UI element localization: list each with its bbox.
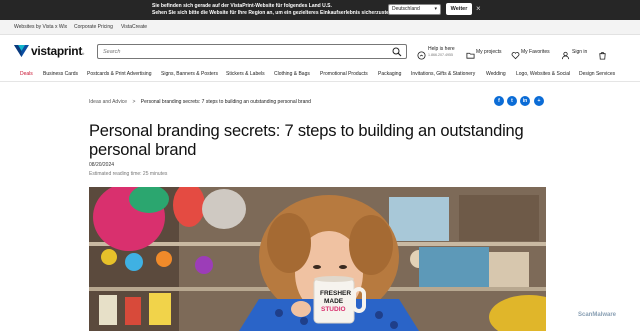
category-nav: Deals Business Cards Postcards & Print A… xyxy=(0,66,640,82)
country-select-value: Deutschland xyxy=(392,6,420,12)
page-title: Personal branding secrets: 7 steps to bu… xyxy=(89,122,524,159)
hero-photo-illustration: FRESHER MADE STUDIO xyxy=(89,187,546,331)
logo-text: vistaprint xyxy=(31,44,83,58)
mug-text-1: FRESHER xyxy=(320,290,351,297)
chevron-down-icon: ▾ xyxy=(434,6,437,12)
breadcrumb-parent[interactable]: Ideas and Advice xyxy=(89,99,127,105)
logo-mark-icon xyxy=(14,45,29,57)
weiter-button[interactable]: Weiter xyxy=(446,3,472,15)
article-date: 08/20/2024 xyxy=(89,162,115,168)
banner-message: Sie befinden sich gerade auf der VistaPr… xyxy=(152,3,399,16)
country-select[interactable]: Deutschland ▾ xyxy=(388,4,441,15)
twitter-share-icon[interactable]: t xyxy=(507,96,517,106)
logo-wordmark: vistaprint® xyxy=(31,44,84,58)
nav-promotional-products[interactable]: Promotional Products xyxy=(320,71,368,77)
facebook-share-icon[interactable]: f xyxy=(494,96,504,106)
search-icon[interactable] xyxy=(392,47,402,57)
linkedin-share-icon[interactable]: in xyxy=(520,96,530,106)
nav-packaging[interactable]: Packaging xyxy=(378,71,401,77)
chevron-right-icon: > xyxy=(132,99,136,105)
mug-text-3: STUDIO xyxy=(321,306,346,313)
breadcrumb-current: Personal branding secrets: 7 steps to bu… xyxy=(140,99,311,105)
nav-signs-banners[interactable]: Signs, Banners & Posters xyxy=(161,71,218,77)
nav-clothing-bags[interactable]: Clothing & Bags xyxy=(274,71,310,77)
my-favorites-link[interactable]: My Favorites xyxy=(521,49,550,55)
country-banner: Sie befinden sich gerade auf der VistaPr… xyxy=(0,0,640,20)
nav-logo-websites[interactable]: Logo, Websites & Social xyxy=(516,71,570,77)
nav-postcards[interactable]: Postcards & Print Advertising xyxy=(87,71,151,77)
my-projects-link[interactable]: My projects xyxy=(476,49,502,55)
folder-icon[interactable] xyxy=(466,47,475,65)
close-icon[interactable]: × xyxy=(476,4,481,14)
nav-wedding[interactable]: Wedding xyxy=(486,71,506,77)
reading-time: Estimated reading time: 25 minutes xyxy=(89,171,168,177)
help-label[interactable]: Help is here xyxy=(428,46,455,52)
utility-link-vistacreate[interactable]: VistaCreate xyxy=(121,24,147,30)
nav-invitations[interactable]: Invitations, Gifts & Stationery xyxy=(411,71,475,77)
more-share-icon[interactable]: + xyxy=(534,96,544,106)
help-phone[interactable]: 1.866.207.4955 xyxy=(428,53,453,57)
help-icon[interactable] xyxy=(417,47,426,65)
scanmalware-watermark: ScanMalware xyxy=(578,312,617,318)
nav-deals[interactable]: Deals xyxy=(20,71,33,77)
cart-icon[interactable] xyxy=(598,47,607,65)
search-box xyxy=(97,44,407,59)
vistaprint-logo[interactable]: vistaprint® xyxy=(14,44,84,58)
utility-link-corporate[interactable]: Corporate Pricing xyxy=(74,24,113,30)
trademark-symbol: ® xyxy=(82,52,84,56)
nav-business-cards[interactable]: Business Cards xyxy=(43,71,78,77)
banner-line-2: Sehen Sie sich bitte die Website für Ihr… xyxy=(152,9,399,16)
utility-bar: Websites by Vista x Wix Corporate Pricin… xyxy=(0,20,640,35)
breadcrumb: Ideas and Advice > Personal branding sec… xyxy=(89,99,311,105)
user-icon[interactable] xyxy=(561,47,570,65)
sign-in-link[interactable]: Sign in xyxy=(572,49,587,55)
mug-text-2: MADE xyxy=(324,298,344,305)
nav-stickers-labels[interactable]: Stickers & Labels xyxy=(226,71,265,77)
nav-design-services[interactable]: Design Services xyxy=(579,71,615,77)
utility-link-wix[interactable]: Websites by Vista x Wix xyxy=(14,24,67,30)
search-input[interactable] xyxy=(103,47,383,57)
heart-icon[interactable] xyxy=(511,47,520,65)
hero-image: FRESHER MADE STUDIO xyxy=(89,187,546,331)
